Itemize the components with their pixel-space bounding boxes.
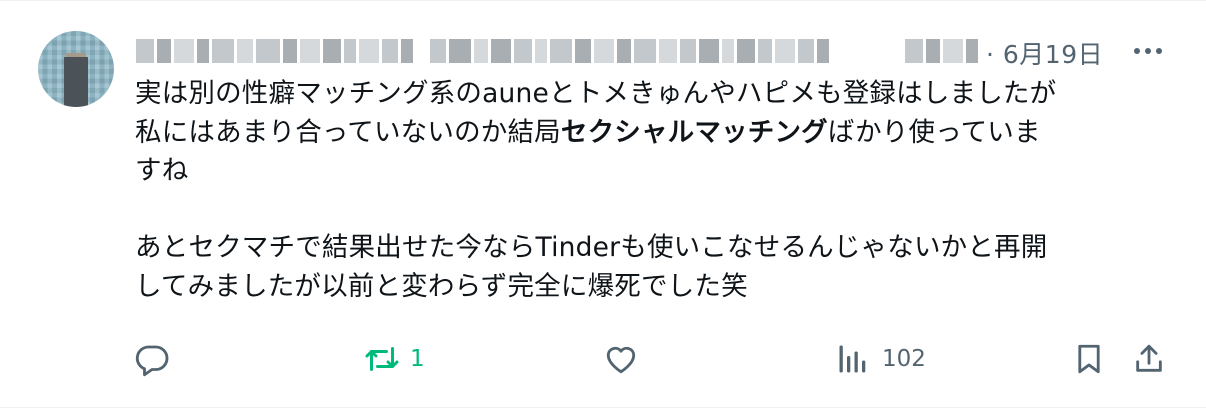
tweet-text-segment: ばかり使っていま — [827, 116, 1041, 148]
share-icon — [1136, 344, 1162, 372]
handle-suffix-blurred — [905, 39, 978, 63]
user-handle-blurred[interactable] — [430, 39, 829, 63]
tweet-actions: 1 102 — [0, 339, 1206, 379]
tweet-text-line: あとセクマチで結果出せた今ならTinderも使いこなせるんじゃないかと再開 — [135, 232, 1048, 263]
like-button[interactable] — [603, 339, 639, 379]
reply-icon — [135, 345, 169, 377]
more-options-button[interactable] — [1130, 37, 1166, 65]
bookmark-button[interactable] — [1072, 339, 1106, 379]
tweet-text-segment: 私にはあまり合っていないのか結局 — [135, 116, 561, 148]
tweet-date[interactable]: · 6月19日 — [986, 35, 1103, 71]
tweet-text-line: 私にはあまり合っていないのか結局セクシャルマッチングばかり使っていま — [135, 114, 1175, 153]
retweet-icon — [365, 347, 399, 371]
views-chart-icon — [839, 345, 866, 373]
tweet-card[interactable]: · 6月19日 実は別の性癖マッチング系のauneとトメきゅんやハピメも登録はし… — [0, 0, 1206, 408]
avatar[interactable] — [38, 31, 114, 107]
tweet-text-line: 実は別の性癖マッチング系のauneとトメきゅんやハピメも登録はしましたが — [135, 78, 1057, 109]
reply-button[interactable] — [134, 339, 170, 379]
views-count: 102 — [882, 346, 926, 372]
tweet-text-line: してみましたが以前と変わらず完全に爆死でした笑 — [135, 270, 748, 302]
avatar-figure-body — [64, 57, 88, 107]
bookmark-icon — [1078, 344, 1100, 374]
tweet-text: 実は別の性癖マッチング系のauneとトメきゅんやハピメも登録はしましたが 私には… — [135, 75, 1175, 306]
tweet-date-text[interactable]: 6月19日 — [1003, 40, 1103, 69]
heart-icon — [606, 346, 636, 374]
retweet-button[interactable]: 1 — [364, 339, 425, 379]
display-name-blurred[interactable] — [136, 39, 413, 63]
more-icon — [1134, 48, 1162, 54]
share-button[interactable] — [1132, 339, 1166, 379]
tweet-text-line: すね — [135, 155, 189, 186]
retweet-count: 1 — [410, 346, 425, 372]
tweet-text-bold: セクシャルマッチング — [560, 116, 828, 148]
views-button[interactable]: 102 — [838, 339, 926, 379]
